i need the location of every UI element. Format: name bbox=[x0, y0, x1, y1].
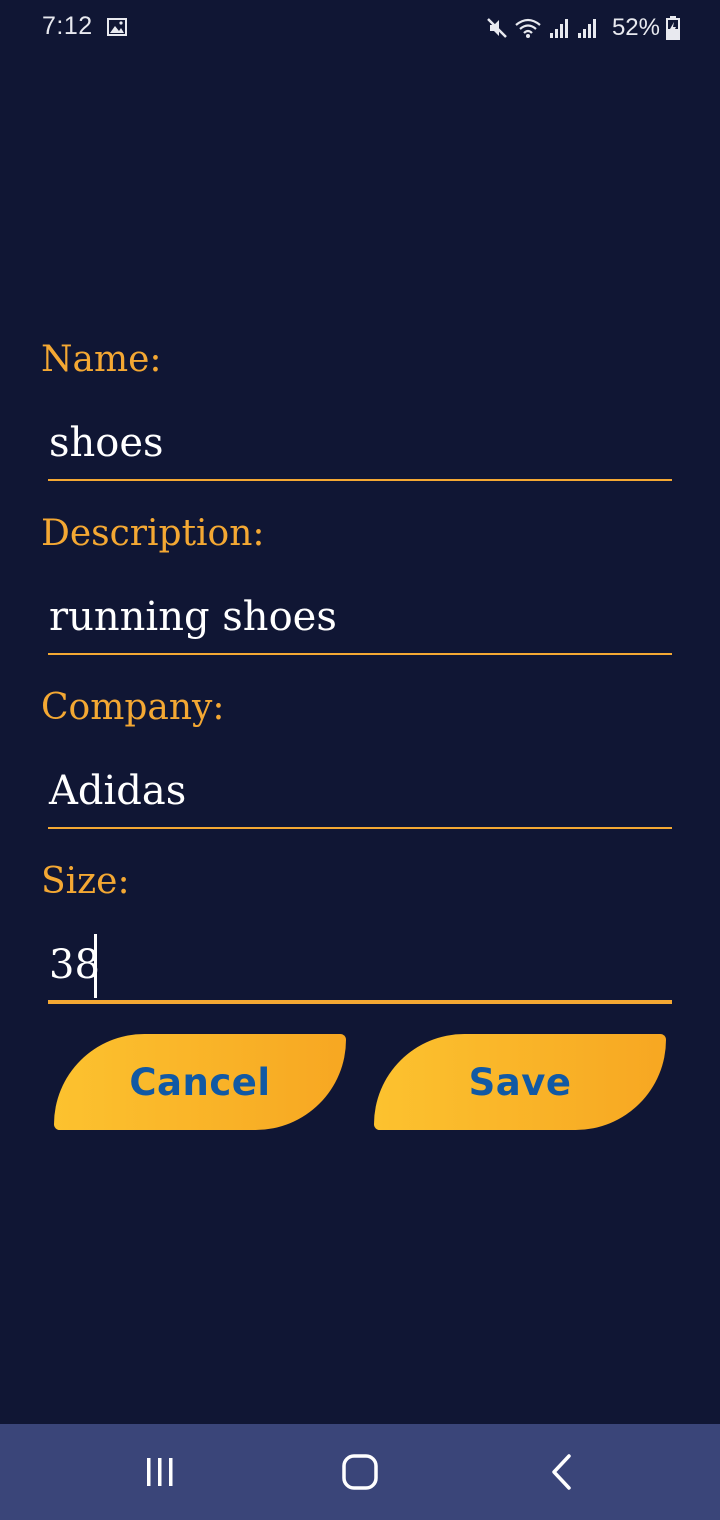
back-icon bbox=[552, 1454, 571, 1490]
recent-apps-icon bbox=[147, 1458, 173, 1486]
size-input[interactable]: 38 bbox=[49, 945, 100, 985]
recent-apps-button[interactable] bbox=[120, 1440, 200, 1504]
home-button[interactable] bbox=[320, 1440, 400, 1504]
status-icons: 52% bbox=[486, 12, 680, 44]
company-input[interactable]: Adidas bbox=[49, 771, 186, 811]
description-underline bbox=[48, 653, 672, 655]
signal-icon bbox=[577, 19, 596, 38]
name-underline bbox=[48, 479, 672, 481]
description-label: Description: bbox=[41, 513, 265, 554]
mute-icon bbox=[487, 18, 507, 38]
back-button[interactable] bbox=[522, 1440, 602, 1504]
navigation-bar bbox=[0, 1424, 720, 1520]
size-underline bbox=[48, 1000, 672, 1004]
company-label: Company: bbox=[41, 687, 225, 728]
name-input[interactable]: shoes bbox=[49, 423, 164, 463]
cancel-button[interactable]: Cancel bbox=[54, 1034, 346, 1130]
wifi-icon bbox=[515, 18, 541, 38]
description-input[interactable]: running shoes bbox=[49, 597, 337, 637]
battery-percent: 52% bbox=[611, 14, 660, 41]
size-label: Size: bbox=[41, 861, 130, 902]
company-underline bbox=[48, 827, 672, 829]
status-time: 7:12 bbox=[42, 12, 93, 40]
gallery-icon bbox=[107, 18, 127, 36]
save-button[interactable]: Save bbox=[374, 1034, 666, 1130]
status-bar: 7:12 52% bbox=[0, 0, 720, 56]
name-label: Name: bbox=[41, 339, 162, 380]
battery-charging-icon bbox=[666, 16, 680, 40]
signal-icon bbox=[549, 19, 568, 38]
home-icon bbox=[342, 1454, 378, 1490]
text-cursor bbox=[94, 934, 97, 998]
